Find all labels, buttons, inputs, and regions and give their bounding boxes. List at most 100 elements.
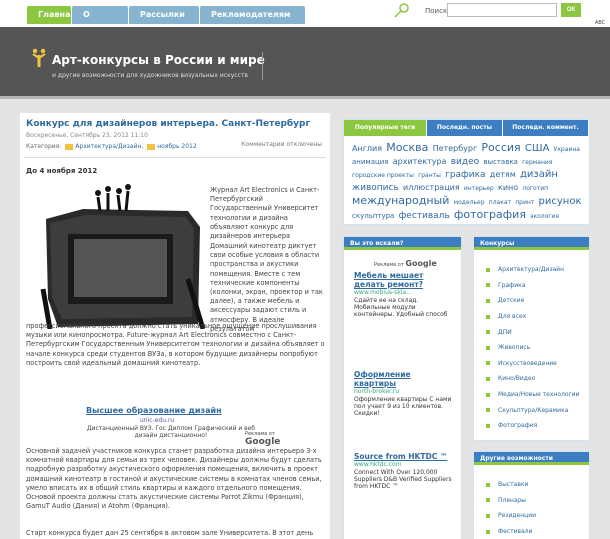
tag-link[interactable]: принт (515, 199, 534, 206)
tag-link[interactable]: фотография (454, 208, 526, 221)
ad-url[interactable]: www.hktdc.com (354, 461, 452, 469)
bullet-icon (486, 392, 490, 397)
list-item[interactable]: Фестивали (486, 524, 589, 539)
tab[interactable]: Последн. коммент. (503, 120, 588, 136)
tag-link[interactable]: германия (522, 159, 552, 166)
list-item[interactable]: Пленэры (486, 493, 589, 509)
ad-url[interactable]: www.mobius-skla... (354, 289, 452, 297)
category-link[interactable]: ноябрь 2012 (157, 143, 196, 150)
tag-link[interactable]: кино (498, 183, 518, 192)
bullet-icon (486, 283, 490, 288)
tag-link[interactable]: дизайн (520, 169, 558, 180)
ad-title[interactable]: Оформление квартиры (354, 370, 452, 388)
main-nav: ГлавнаяО сайтеРассылкиРекламодателям (27, 6, 306, 37)
tag-link[interactable]: Москва (386, 141, 428, 154)
bullet-icon (486, 513, 490, 518)
list-item[interactable]: Искусствоведение (486, 356, 589, 372)
google-ad[interactable]: Source from HKTDC ™ www.hktdc.com Connec… (354, 452, 452, 490)
ads-by-google[interactable]: Реклама от Google (374, 259, 437, 268)
search-button[interactable]: ОК (561, 3, 581, 17)
list-item-label: Для всех (498, 313, 527, 321)
post-paragraph: Домашний кинотеатр диктует свои особые у… (210, 242, 323, 333)
list-item-label: Детские (498, 297, 525, 305)
list-item[interactable]: ДПИ (486, 324, 589, 340)
tag-link[interactable]: логотип (522, 185, 548, 192)
tag-link[interactable]: графика (445, 170, 485, 180)
post-title[interactable]: Конкурс для дизайнеров интерьера. Санкт-… (26, 119, 310, 129)
list-item[interactable]: Графика (486, 278, 589, 294)
tag-link[interactable]: скульптура (352, 212, 394, 220)
list-item[interactable]: Детские (486, 293, 589, 309)
ad-url[interactable]: north-broker.ru (354, 388, 452, 396)
tag-link[interactable]: интерьер (464, 185, 494, 192)
tag-link[interactable]: Украина (554, 146, 580, 153)
post: Конкурс для дизайнеров интерьера. Санкт-… (20, 113, 330, 539)
tab-bar: Популярные теги Последн. посты Последн. ко… (344, 120, 589, 136)
product-image (38, 179, 205, 329)
tag-link[interactable]: иллюстрация (403, 183, 460, 192)
site-subtitle: и другие возможности для художников визу… (52, 72, 248, 79)
tag-link[interactable]: детям (490, 170, 516, 179)
ad-title[interactable]: Мебель мешает делать ремонт? (354, 271, 452, 289)
tag-link[interactable]: экология (530, 213, 559, 220)
list-item[interactable]: Архитектура/Дизайн (486, 262, 589, 278)
list-item[interactable]: Фотография (486, 418, 589, 434)
list-item[interactable]: Резиденции (486, 508, 589, 524)
ad-description: Оформление квартиры С нами пол учает 9 и… (354, 396, 452, 417)
tag-link[interactable]: живопись (352, 183, 399, 193)
tag-link[interactable]: Россия (481, 141, 520, 154)
search-input[interactable] (447, 3, 557, 17)
list-item[interactable]: Кино/Видео (486, 371, 589, 387)
list-item[interactable]: Выставки (486, 477, 589, 493)
tag-link[interactable]: США (525, 143, 550, 154)
site-title[interactable]: Арт-конкурсы в России и мире (52, 53, 265, 67)
tag-link[interactable]: архитектура (393, 157, 447, 166)
nav-item[interactable]: Главная (27, 6, 75, 24)
tag-link[interactable]: Англия (352, 144, 382, 153)
list-item[interactable]: Живопись (486, 340, 589, 356)
tab[interactable]: Популярные теги (344, 120, 426, 136)
list-item[interactable]: Медиа/Новые технологии (486, 387, 589, 403)
ads-by-google[interactable]: Реклама от Google (245, 431, 310, 447)
categories-widget: Конкурсы Архитектура/Дизайн Графика Детски… (473, 236, 590, 441)
post-paragraph: Старт конкурса будет дан 25 сентября в а… (26, 529, 314, 537)
nav-item[interactable]: Рассылки (129, 6, 199, 24)
tag-link[interactable]: плакат (489, 199, 511, 206)
ad-title[interactable]: Высшее образование дизайн (86, 406, 222, 415)
category-link[interactable]: Архитектура/Дизайн (75, 143, 141, 150)
list-item-label: Живопись (498, 344, 531, 352)
bullet-icon (486, 529, 490, 534)
bullet-icon (486, 482, 490, 487)
bullet-icon (486, 345, 490, 350)
tag-link[interactable]: гранты (418, 172, 441, 179)
tag-link[interactable]: выставка (483, 158, 518, 166)
list-item-label: Искусствоведение (498, 359, 557, 367)
list-item-label: Графика (498, 281, 526, 289)
nav-item[interactable]: Рекламодателям (200, 6, 305, 24)
tag-link[interactable]: фестиваль (399, 211, 450, 221)
tag-link[interactable]: модельер (454, 199, 485, 206)
list-item[interactable]: Скульптура/Керамика (486, 402, 589, 418)
ad-url[interactable]: unic-edu.ru (140, 417, 174, 424)
folder-icon (147, 143, 156, 150)
ads-widget: Вы это искали? Реклама от Google Мебель … (343, 236, 462, 539)
tag-link[interactable]: Петербург (433, 144, 478, 153)
inline-ad[interactable]: Высшее образование дизайн unic-edu.ru Ди… (80, 406, 310, 447)
list-item-label: Резиденции (498, 512, 537, 520)
bullet-icon (486, 267, 490, 272)
search-label: Поиск (425, 7, 448, 15)
list-item-label: ДПИ (498, 328, 512, 336)
tag-link[interactable]: рисунок (539, 196, 582, 207)
tag-link[interactable]: анимация (352, 158, 389, 166)
google-ad[interactable]: Мебель мешает делать ремонт? www.mobius-… (354, 271, 452, 318)
tag-link[interactable]: международный (352, 194, 449, 207)
google-ad[interactable]: Оформление квартиры north-broker.ru Офор… (354, 370, 452, 417)
list-item[interactable]: Для всех (486, 309, 589, 325)
nav-item[interactable]: О сайте (72, 6, 128, 37)
google-logo: Google (405, 259, 437, 268)
ad-title[interactable]: Source from HKTDC ™ (354, 452, 452, 461)
tab[interactable]: Последн. посты (427, 120, 502, 136)
tag-link[interactable]: видео (451, 157, 479, 167)
tag-link[interactable]: городские проекты (352, 172, 414, 179)
header-divider (262, 52, 263, 80)
